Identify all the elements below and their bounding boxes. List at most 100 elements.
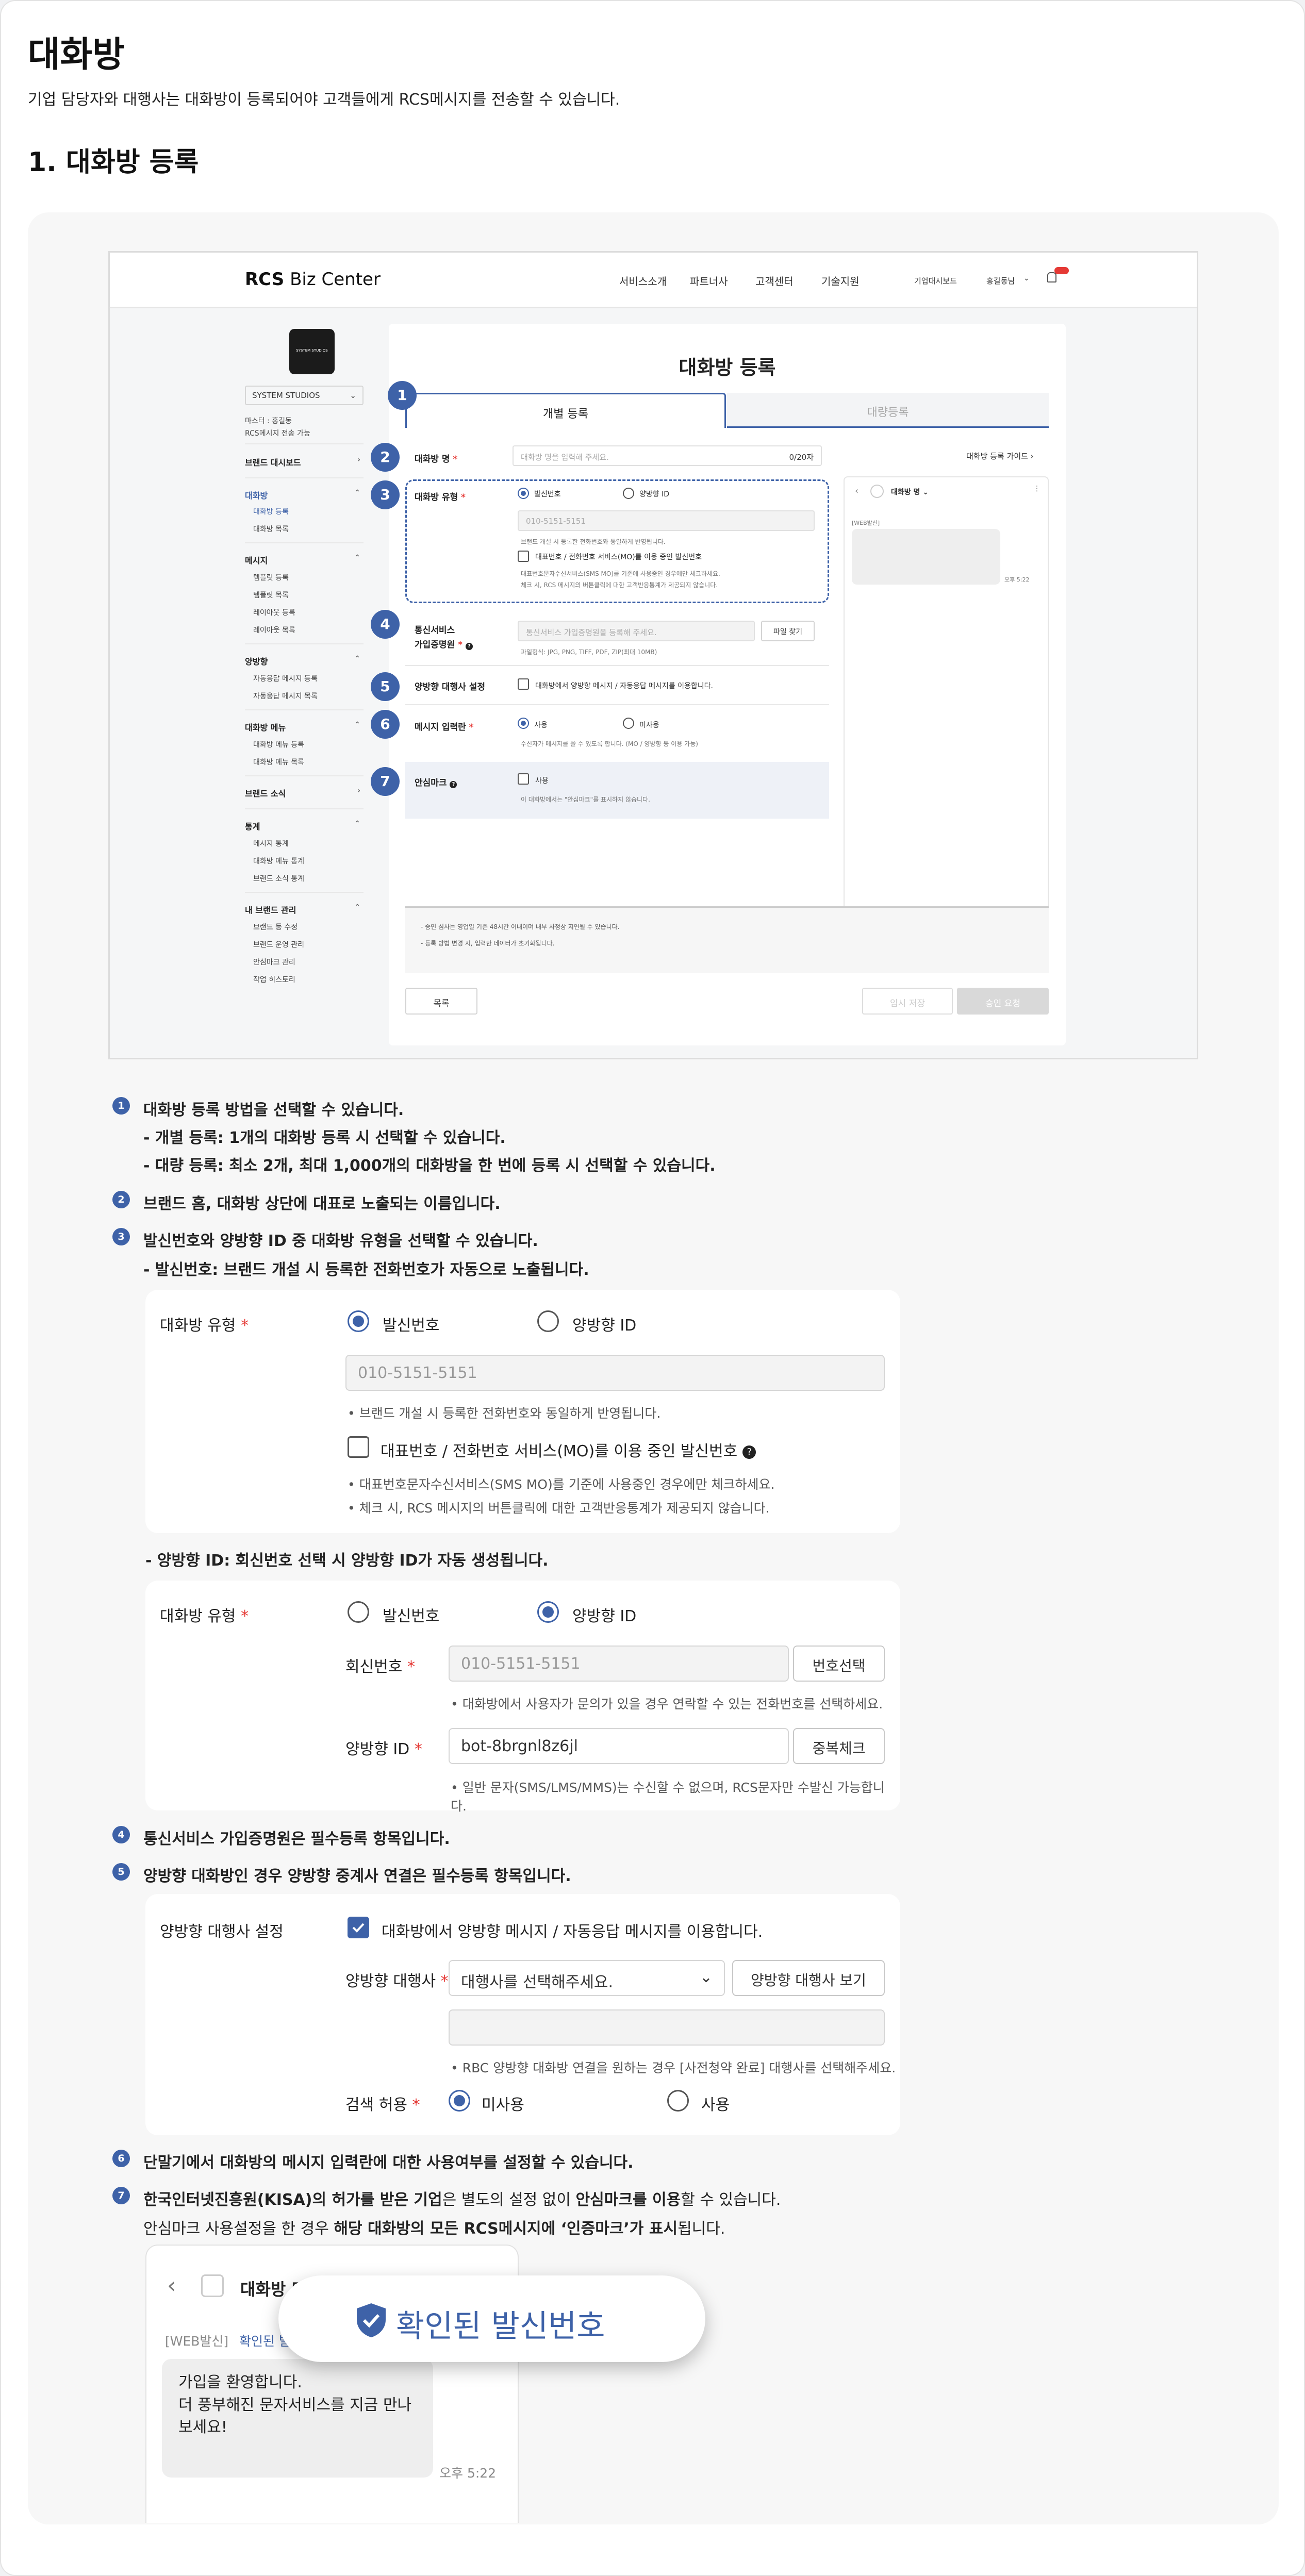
sidebar-item-news-stats[interactable]: 브랜드 소식 통계 (253, 873, 304, 884)
sidebar-item-twoway[interactable]: 양방향 ⌃ (245, 655, 364, 667)
sidebar-item-history[interactable]: 작업 히스토리 (253, 974, 295, 985)
detail1-mo-checkbox[interactable] (348, 1436, 369, 1458)
sidebar-item-news[interactable]: 브랜드 소식 › (245, 787, 364, 799)
temp-save-button[interactable]: 임시 저장 (862, 988, 953, 1015)
detail3-radio-use[interactable] (667, 2090, 689, 2112)
nav-user[interactable]: 홍길동님 (986, 275, 1015, 286)
nav-support[interactable]: 고객센터 (755, 273, 794, 288)
sidebar-item-brand-edit[interactable]: 브랜드 등 수정 (253, 922, 298, 932)
sidebar-item-menu-register[interactable]: 대화방 메뉴 등록 (253, 739, 304, 750)
brand-select[interactable]: SYSTEM STUDIOS ⌄ (245, 386, 364, 405)
site-logo[interactable]: RCS Biz Center (245, 269, 381, 290)
cert-input[interactable]: 통신서비스 가입증명원을 등록해 주세요. (518, 621, 755, 641)
sidebar-item-menu[interactable]: 대화방 메뉴 ⌃ (245, 721, 364, 733)
type-number-input: 010-5151-5151 (518, 510, 815, 531)
detail1-mo-note-1: • 대표번호문자수신서비스(SMS MO)를 기준에 사용중인 경우에만 체크하… (348, 1477, 775, 1492)
safe-highlight (405, 762, 829, 819)
input-radio-unuse[interactable] (623, 718, 634, 729)
guide-link[interactable]: 대화방 등록 가이드 › (966, 451, 1034, 461)
sidebar-item-mybrand[interactable]: 내 브랜드 관리 ⌃ (245, 903, 364, 916)
nav-partner[interactable]: 파트너사 (690, 273, 728, 288)
sidebar-item-chatroom-list[interactable]: 대화방 목록 (253, 524, 289, 534)
list-button[interactable]: 목록 (405, 988, 477, 1015)
tab-single[interactable]: 개별 등록 (405, 393, 726, 428)
step-5-text: 양방향 대화방인 경우 양방향 중계사 연결은 필수등록 항목입니다. (143, 1867, 571, 1885)
type-radio-twoway[interactable] (623, 488, 634, 499)
tab-bulk[interactable]: 대량등록 (727, 393, 1049, 428)
sidebar-item-dashboard[interactable]: 브랜드 대시보드 › (245, 456, 364, 468)
cert-file-button[interactable]: 파일 찾기 (761, 621, 815, 641)
submit-button[interactable]: 승인 요청 (957, 988, 1049, 1015)
safe-checkbox[interactable] (518, 773, 529, 785)
sidebar-item-auto-list[interactable]: 자동응답 메시지 목록 (253, 691, 318, 701)
sidebar-item-auto-register[interactable]: 자동응답 메시지 등록 (253, 673, 318, 684)
sidebar-item-template-list[interactable]: 템플릿 목록 (253, 590, 289, 600)
sidebar-item-chatroom-register[interactable]: 대화방 등록 (253, 506, 289, 517)
detail2-id-button[interactable]: 중복체크 (793, 1728, 885, 1764)
step-2-text: 브랜드 홈, 대화방 상단에 대표로 노출되는 이름입니다. (143, 1195, 501, 1213)
type-opt-twoway: 양방향 ID (639, 490, 669, 498)
notice-1: - 승인 심사는 영업일 기준 48시간 이내이며 내부 사정상 지연될 수 있… (421, 923, 620, 930)
input-radio-use[interactable] (518, 718, 529, 729)
sidebar-item-menu-list[interactable]: 대화방 메뉴 목록 (253, 757, 304, 767)
master-status: RCS메시지 전송 가능 (245, 429, 310, 438)
type-note: 브랜드 개설 시 등록한 전화번호와 동일하게 반영됩니다. (521, 538, 666, 545)
detail-agency: 양방향 대행사 설정 대화방에서 양방향 메시지 / 자동응답 메시지를 이용합… (145, 1894, 900, 2135)
bell-icon[interactable] (1047, 272, 1056, 282)
sidebar-item-layout-list[interactable]: 레이아웃 목록 (253, 625, 295, 635)
sidebar-item-stats[interactable]: 통계 ⌃ (245, 820, 364, 832)
detail2-radio-twoway[interactable] (537, 1601, 559, 1623)
detail1-number-input: 010-5151-5151 (345, 1355, 885, 1391)
sidebar-item-brand-ops[interactable]: 브랜드 운영 관리 (253, 939, 304, 950)
chevron-down-icon: ⌄ (350, 391, 356, 400)
agency-label: 양방향 대행사 설정 (415, 682, 485, 692)
sidebar-item-layout-register[interactable]: 레이아웃 등록 (253, 607, 295, 618)
type-opt-number: 발신번호 (534, 490, 561, 498)
sidebar-item-message[interactable]: 메시지 ⌃ (245, 554, 364, 566)
sidebar-item-template-register[interactable]: 템플릿 등록 (253, 572, 289, 583)
detail3-agency-select[interactable]: 대행사를 선택해주세요. ⌄ (449, 1960, 725, 1996)
nav-service[interactable]: 서비스소개 (619, 273, 667, 288)
detail3-agency-button[interactable]: 양방향 대행사 보기 (732, 1960, 885, 1996)
sidebar-item-msg-stats[interactable]: 메시지 통계 (253, 838, 289, 849)
type-label: 대화방 유형 * (415, 492, 466, 503)
step-7-line-2: 안심마크 사용설정을 한 경우 해당 대화방의 모든 RCS메시지에 ‘인증마크… (143, 2220, 725, 2238)
chat-time: 오후 5:22 (439, 2466, 497, 2481)
mo-note-1: 대표번호문자수신서비스(SMS MO)를 기준에 사용중인 경우에만 체크하세요… (521, 570, 720, 577)
step-4-text: 통신서비스 가입증명원은 필수등록 항목입니다. (143, 1830, 450, 1848)
cert-note: 파일형식: JPG, PNG, TIFF, PDF, ZIP(최대 10MB) (521, 649, 657, 656)
agency-checkbox[interactable] (518, 678, 529, 690)
detail2-reply-label: 회신번호 * (345, 1658, 415, 1676)
step-3-title: 발신번호와 양방향 ID 중 대화방 유형을 선택할 수 있습니다. (143, 1232, 538, 1250)
nav-dashboard[interactable]: 기업대시보드 (914, 275, 957, 286)
name-input[interactable]: 대화방 명을 입력해 주세요. 0/20자 (513, 445, 822, 466)
sidebar-item-menu-stats[interactable]: 대화방 메뉴 통계 (253, 856, 304, 866)
cert-label-1: 통신서비스 (415, 625, 455, 636)
chevron-right-icon: › (357, 787, 360, 795)
page-sheet: 대화방 기업 담당자와 대행사는 대화방이 등록되어야 고객들에게 RCS메시지… (0, 0, 1305, 2576)
sidebar-item-safemark[interactable]: 안심마크 관리 (253, 957, 295, 967)
detail3-radio-unuse[interactable] (449, 2090, 470, 2112)
mo-checkbox[interactable] (518, 551, 529, 562)
safe-check-label: 사용 (535, 777, 549, 785)
name-label: 대화방 명 * (415, 454, 458, 464)
detail2-id-input[interactable]: bot-8brgnl8z6jl (449, 1728, 789, 1764)
sidebar-item-chatroom[interactable]: 대화방 ⌃ (245, 489, 364, 501)
back-icon[interactable]: ‹ (167, 2272, 176, 2299)
input-label: 메시지 입력란 * (415, 722, 474, 733)
preview-tag: [WEB발신] (852, 520, 880, 526)
detail2-reply-button[interactable]: 번호선택 (793, 1646, 885, 1682)
chevron-down-icon[interactable]: ⌄ (1023, 274, 1030, 282)
step-1-title: 대화방 등록 방법을 선택할 수 있습니다. (143, 1101, 404, 1119)
chevron-up-icon: ⌃ (354, 820, 360, 828)
detail2-id-note: • 일반 문자(SMS/LMS/MMS)는 수신할 수 없으며, RCS문자만 … (451, 1780, 885, 1814)
detail3-checkbox[interactable] (348, 1917, 369, 1938)
detail1-radio-number[interactable] (348, 1310, 369, 1332)
step-3-line-2: - 양방향 ID: 회신번호 선택 시 양방향 ID가 자동 생성됩니다. (145, 1552, 549, 1570)
nav-tech[interactable]: 기술지원 (821, 273, 860, 288)
detail1-radio-twoway[interactable] (537, 1310, 559, 1332)
chevron-up-icon: ⌃ (354, 903, 360, 911)
detail2-label: 대화방 유형 * (160, 1607, 249, 1625)
type-radio-number[interactable] (518, 488, 529, 499)
detail2-radio-number[interactable] (348, 1601, 369, 1623)
